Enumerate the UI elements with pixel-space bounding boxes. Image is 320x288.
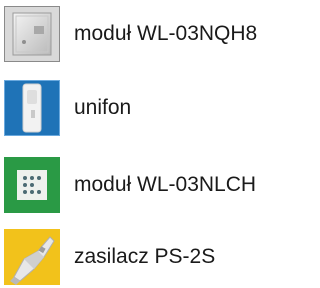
- power-supply-icon: [4, 229, 60, 285]
- legend-label: moduł WL-03NLCH: [74, 173, 257, 196]
- legend-label: zasilacz PS-2S: [74, 245, 216, 268]
- legend-label: moduł WL-03NQH8: [74, 22, 258, 45]
- device-legend: moduł WL-03NQH8 unifon moduł WL-03NLCH z…: [0, 0, 310, 288]
- legend-label: unifon: [74, 96, 132, 119]
- legend-item-wl03nqh8: moduł WL-03NQH8: [0, 6, 310, 62]
- legend-item-unifon: unifon: [0, 80, 310, 136]
- module-box-icon: [4, 6, 60, 62]
- legend-item-wl03nlch: moduł WL-03NLCH: [0, 157, 310, 213]
- legend-item-ps2s: zasilacz PS-2S: [0, 229, 310, 285]
- keypad-module-icon: [4, 157, 60, 213]
- intercom-handset-icon: [4, 80, 60, 136]
